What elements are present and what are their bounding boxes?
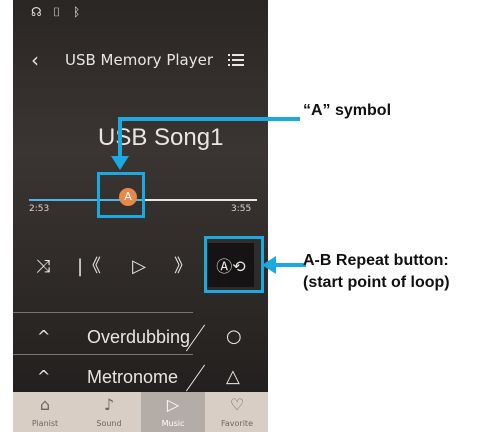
- nav-favorite[interactable]: ♡ Favorite: [205, 392, 268, 432]
- nav-sound[interactable]: ♪ Sound: [77, 392, 141, 432]
- chevron-up-icon: ^: [37, 327, 51, 346]
- a-marker-highlight: [97, 172, 145, 218]
- headphones-icon: ☊: [31, 5, 42, 19]
- overdubbing-row[interactable]: ^ Overdubbing ○: [13, 316, 268, 358]
- nav-label: Favorite: [221, 419, 253, 428]
- callout-line: [118, 117, 300, 121]
- ab-repeat-callout-line1: A-B Repeat button:: [303, 252, 449, 269]
- usb-icon: ⌷: [53, 5, 61, 19]
- play-icon[interactable]: ▷: [127, 255, 151, 279]
- elapsed-time: 2:53: [29, 204, 50, 214]
- arrow-left-icon: [262, 256, 276, 274]
- nav-label: Music: [161, 419, 185, 428]
- ab-repeat-callout-line2: (start point of loop): [303, 274, 450, 291]
- divider: [13, 312, 193, 313]
- shuffle-icon[interactable]: ⤨: [31, 255, 55, 279]
- arrow-down-icon: [111, 156, 129, 170]
- heart-icon: ♡: [229, 395, 245, 414]
- record-icon[interactable]: ○: [226, 316, 242, 358]
- bottom-nav: ⌂ Pianist ♪ Sound ▷ Music ♡ Favorite: [13, 392, 268, 432]
- total-time: 3:55: [231, 204, 252, 214]
- overdubbing-label: Overdubbing: [87, 327, 191, 347]
- note-icon: ♪: [103, 395, 115, 414]
- a-symbol-callout: “A” symbol: [303, 102, 392, 119]
- nav-label: Sound: [96, 419, 122, 428]
- play-icon: ▷: [166, 395, 180, 414]
- nav-pianist[interactable]: ⌂ Pianist: [13, 392, 77, 432]
- ab-button-highlight: [204, 236, 264, 293]
- nav-music[interactable]: ▷ Music: [141, 392, 205, 432]
- next-icon[interactable]: 》: [171, 255, 195, 279]
- nav-label: Pianist: [31, 419, 59, 428]
- divider: [13, 354, 193, 355]
- back-icon[interactable]: ‹: [31, 46, 39, 74]
- bluetooth-icon: ᛒ: [73, 5, 81, 19]
- song-title: USB Song1: [98, 124, 224, 151]
- app-title: USB Memory Player: [65, 51, 214, 69]
- status-bar: ☊ ⌷ ᛒ: [13, 0, 268, 26]
- list-menu-icon[interactable]: [228, 54, 244, 66]
- callout-line: [276, 263, 306, 267]
- title-bar: ‹ USB Memory Player: [13, 46, 268, 74]
- callout-line: [118, 117, 122, 160]
- previous-icon[interactable]: |《: [75, 255, 103, 279]
- piano-icon: ⌂: [39, 395, 51, 414]
